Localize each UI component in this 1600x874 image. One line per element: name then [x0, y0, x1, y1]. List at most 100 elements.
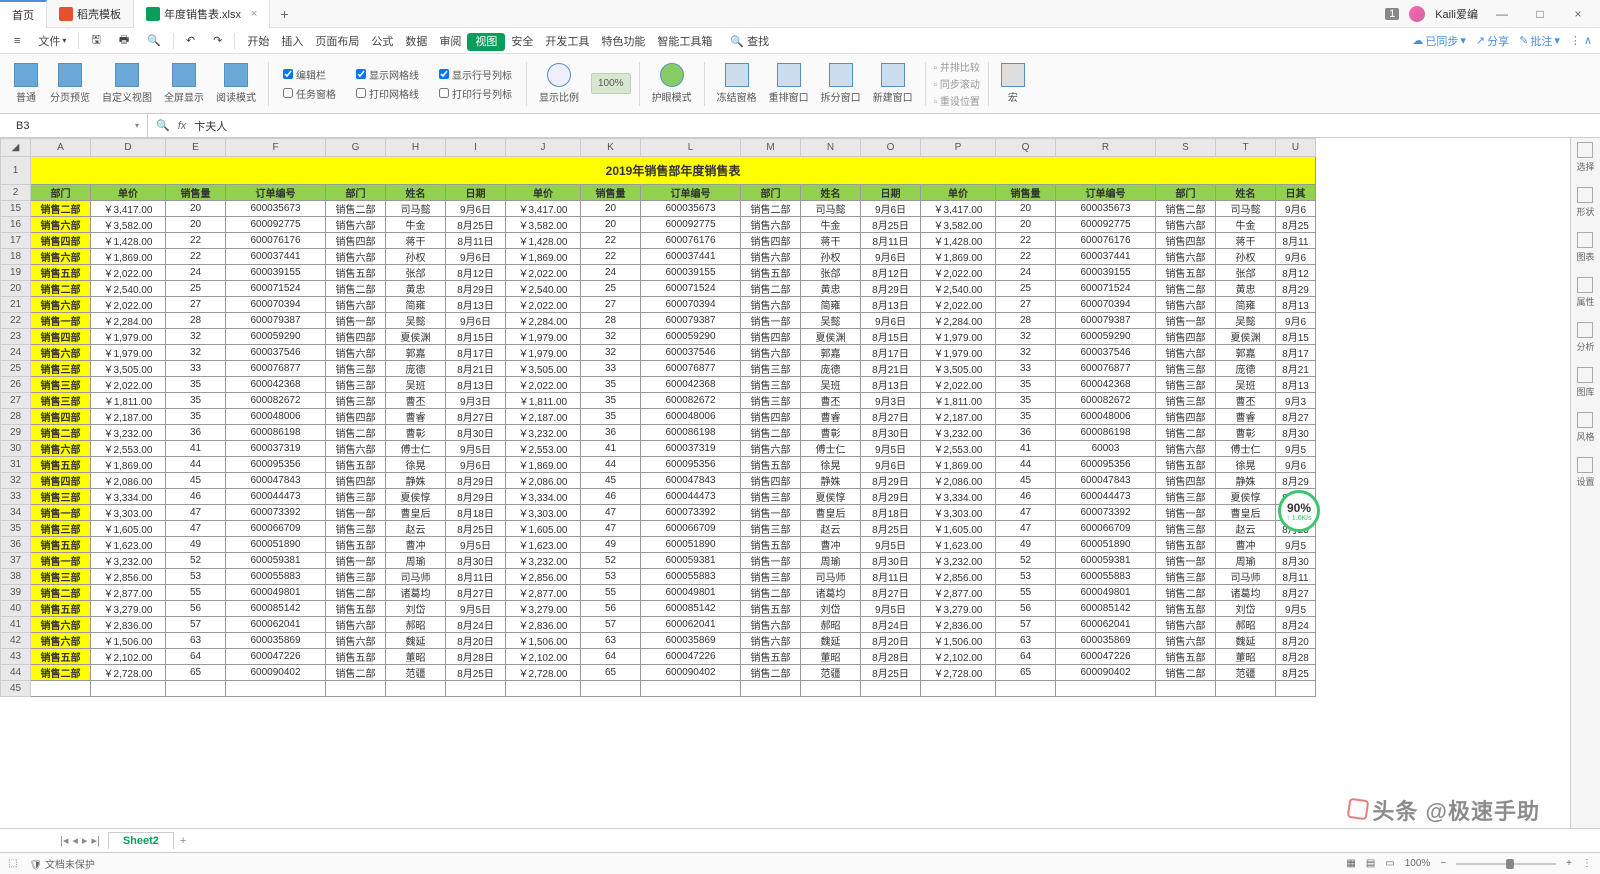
data-cell[interactable]: ￥2,540.00 — [506, 281, 581, 297]
data-cell[interactable]: 600037441 — [226, 249, 326, 265]
header-cell[interactable]: 日其 — [1276, 185, 1316, 201]
data-cell[interactable]: 曹皇后 — [801, 505, 861, 521]
data-cell[interactable]: 销售三部 — [741, 393, 801, 409]
data-cell[interactable]: ￥3,582.00 — [506, 217, 581, 233]
data-cell[interactable]: 销售三部 — [31, 393, 91, 409]
data-cell[interactable]: 周瑜 — [386, 553, 446, 569]
data-cell[interactable]: 销售五部 — [326, 649, 386, 665]
data-cell[interactable]: 销售六部 — [326, 249, 386, 265]
data-cell[interactable]: 8月29 — [1276, 281, 1316, 297]
close-button[interactable]: × — [1564, 7, 1592, 21]
data-cell[interactable]: ￥2,856.00 — [921, 569, 996, 585]
column-header[interactable]: K — [581, 139, 641, 157]
data-cell[interactable]: 赵云 — [801, 521, 861, 537]
data-cell[interactable]: ￥1,623.00 — [506, 537, 581, 553]
data-cell[interactable] — [581, 681, 641, 697]
data-cell[interactable]: ￥2,187.00 — [506, 409, 581, 425]
data-cell[interactable]: ￥2,877.00 — [921, 585, 996, 601]
row-header[interactable]: 30 — [1, 441, 31, 457]
data-cell[interactable]: 600044473 — [226, 489, 326, 505]
data-cell[interactable]: 20 — [581, 201, 641, 217]
data-cell[interactable]: 8月27日 — [861, 585, 921, 601]
data-cell[interactable]: 8月25日 — [446, 217, 506, 233]
maximize-button[interactable]: □ — [1526, 7, 1554, 21]
data-cell[interactable]: ￥2,022.00 — [506, 377, 581, 393]
menu-hamburger[interactable]: ≡ — [8, 33, 26, 49]
data-cell[interactable]: 庞德 — [801, 361, 861, 377]
data-cell[interactable]: 8月11日 — [446, 233, 506, 249]
data-cell[interactable]: 范疆 — [386, 665, 446, 681]
data-cell[interactable] — [1156, 681, 1216, 697]
data-cell[interactable]: 销售一部 — [31, 313, 91, 329]
data-cell[interactable]: 销售五部 — [31, 601, 91, 617]
data-cell[interactable]: ￥2,102.00 — [506, 649, 581, 665]
data-cell[interactable]: ￥3,505.00 — [91, 361, 166, 377]
data-cell[interactable]: 徐晃 — [801, 457, 861, 473]
data-cell[interactable] — [386, 681, 446, 697]
data-cell[interactable]: ￥2,022.00 — [91, 377, 166, 393]
data-cell[interactable]: 8月24日 — [861, 617, 921, 633]
data-cell[interactable]: 32 — [581, 345, 641, 361]
data-cell[interactable]: 销售四部 — [741, 233, 801, 249]
data-cell[interactable]: 600037546 — [1056, 345, 1156, 361]
data-cell[interactable]: 销售六部 — [741, 345, 801, 361]
data-cell[interactable]: 8月13日 — [861, 297, 921, 313]
data-cell[interactable]: 55 — [581, 585, 641, 601]
sheet-nav-last[interactable]: ▸| — [91, 834, 99, 847]
row-header[interactable]: 35 — [1, 521, 31, 537]
menu-search[interactable]: 🔍 查找 — [724, 31, 775, 51]
data-cell[interactable]: 8月20 — [1276, 633, 1316, 649]
data-cell[interactable]: 销售四部 — [31, 409, 91, 425]
data-cell[interactable]: 600047843 — [1056, 473, 1156, 489]
data-cell[interactable]: 8月12日 — [446, 265, 506, 281]
row-header[interactable]: 25 — [1, 361, 31, 377]
data-cell[interactable]: 8月12 — [1276, 265, 1316, 281]
data-cell[interactable] — [506, 681, 581, 697]
data-cell[interactable]: 销售三部 — [1156, 569, 1216, 585]
compare-option[interactable]: ▫ 重设位置 — [934, 93, 980, 108]
data-cell[interactable]: 35 — [996, 377, 1056, 393]
data-cell[interactable]: 9月5 — [1276, 537, 1316, 553]
data-cell[interactable]: 销售三部 — [1156, 361, 1216, 377]
data-cell[interactable]: ￥2,877.00 — [506, 585, 581, 601]
toolbar-checkbox[interactable]: 编辑栏 — [283, 67, 336, 82]
data-cell[interactable]: 32 — [996, 329, 1056, 345]
data-cell[interactable]: 销售五部 — [1156, 537, 1216, 553]
data-cell[interactable]: ￥1,506.00 — [91, 633, 166, 649]
data-cell[interactable]: 销售六部 — [31, 297, 91, 313]
data-cell[interactable]: 静姝 — [386, 473, 446, 489]
data-cell[interactable]: ￥1,623.00 — [91, 537, 166, 553]
data-cell[interactable]: 夏侯渊 — [1216, 329, 1276, 345]
tab-home[interactable]: 首页 — [0, 0, 47, 28]
data-cell[interactable]: 8月30日 — [861, 425, 921, 441]
data-cell[interactable]: 22 — [996, 233, 1056, 249]
data-cell[interactable]: 8月20日 — [861, 633, 921, 649]
data-cell[interactable]: 8月11日 — [861, 233, 921, 249]
data-cell[interactable]: ￥3,303.00 — [921, 505, 996, 521]
data-cell[interactable]: 47 — [581, 505, 641, 521]
close-icon[interactable]: × — [251, 8, 257, 20]
data-cell[interactable]: 25 — [996, 281, 1056, 297]
data-cell[interactable]: 静姝 — [1216, 473, 1276, 489]
data-cell[interactable]: 600062041 — [1056, 617, 1156, 633]
data-cell[interactable]: 35 — [581, 393, 641, 409]
data-cell[interactable]: 销售三部 — [741, 489, 801, 505]
data-cell[interactable]: 郭嘉 — [1216, 345, 1276, 361]
data-cell[interactable]: ￥3,417.00 — [506, 201, 581, 217]
data-cell[interactable]: 9月3日 — [446, 393, 506, 409]
menu-item[interactable]: 开发工具 — [539, 34, 595, 50]
data-cell[interactable]: 32 — [581, 329, 641, 345]
data-cell[interactable]: ￥2,284.00 — [506, 313, 581, 329]
data-cell[interactable]: 600048006 — [641, 409, 741, 425]
data-cell[interactable]: 诸葛均 — [386, 585, 446, 601]
data-cell[interactable]: 销售三部 — [326, 393, 386, 409]
data-cell[interactable]: 曹丕 — [1216, 393, 1276, 409]
data-cell[interactable]: ￥3,505.00 — [921, 361, 996, 377]
row-header[interactable]: 33 — [1, 489, 31, 505]
data-cell[interactable]: 600035673 — [641, 201, 741, 217]
data-cell[interactable]: 9月6 — [1276, 249, 1316, 265]
data-cell[interactable]: 夏侯惇 — [801, 489, 861, 505]
data-cell[interactable]: 销售五部 — [326, 601, 386, 617]
zoom-100[interactable]: 100% — [591, 73, 631, 94]
data-cell[interactable]: 销售二部 — [741, 665, 801, 681]
